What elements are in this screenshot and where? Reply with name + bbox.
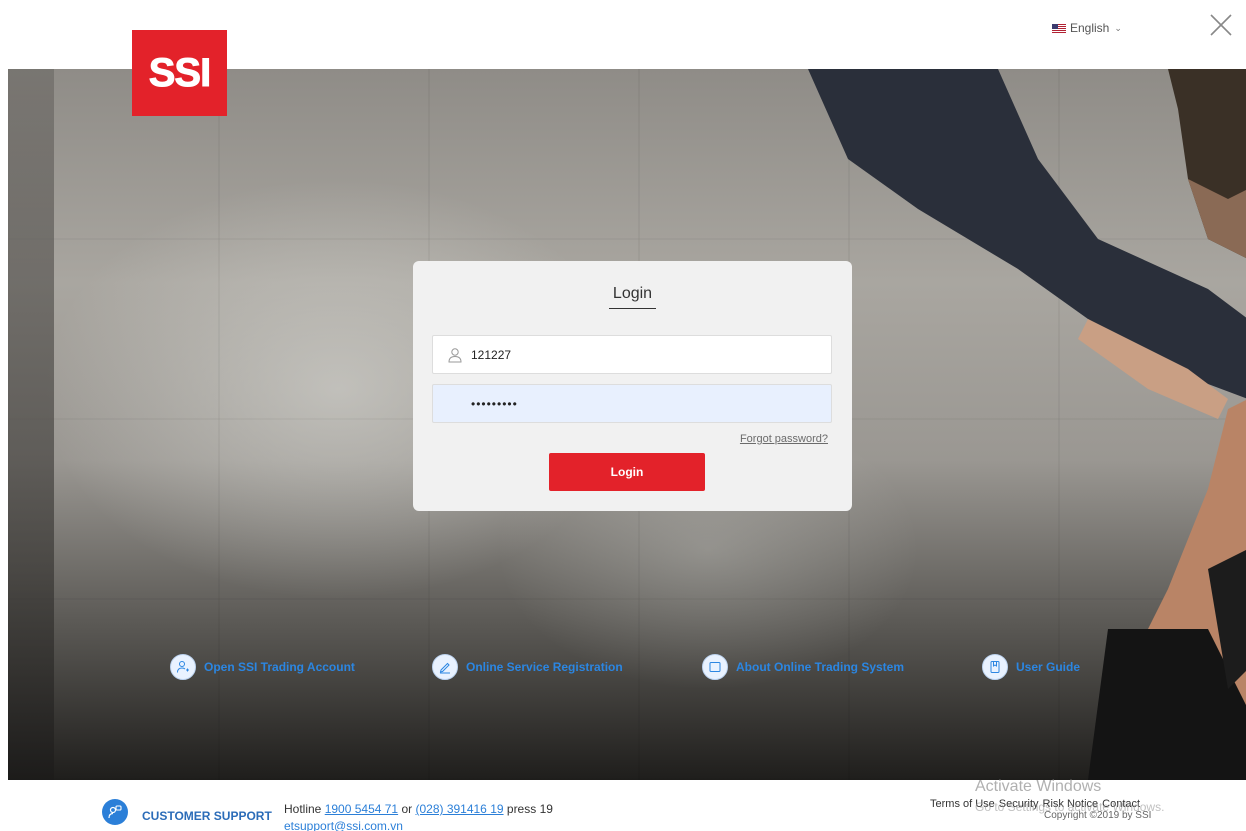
link-label: Online Service Registration xyxy=(466,660,623,674)
password-field[interactable] xyxy=(432,384,832,423)
hotline-number-1[interactable]: 1900 5454 71 xyxy=(325,802,398,816)
windows-watermark-subtitle: Go to Settings to activate Windows. xyxy=(975,800,1165,814)
close-icon[interactable] xyxy=(1208,12,1234,38)
link-label: Open SSI Trading Account xyxy=(204,660,355,674)
ssi-logo[interactable]: SSI xyxy=(132,30,227,116)
username-input[interactable] xyxy=(463,336,831,373)
about-system-link[interactable]: About Online Trading System xyxy=(702,654,904,680)
language-label: English xyxy=(1070,21,1110,35)
logo-text: SSI xyxy=(148,50,212,95)
chevron-down-icon: ⌄ xyxy=(1114,22,1122,33)
book-icon xyxy=(982,654,1008,680)
customer-support-label: CUSTOMER SUPPORT xyxy=(142,809,272,823)
support-email-link[interactable]: etsupport@ssi.com.vn xyxy=(284,819,403,831)
login-card: Login Forgot password? Login xyxy=(413,261,852,511)
support-icon xyxy=(102,799,128,825)
password-input[interactable] xyxy=(433,385,831,422)
username-field[interactable] xyxy=(432,335,832,374)
open-account-link[interactable]: Open SSI Trading Account xyxy=(170,654,355,680)
link-label: User Guide xyxy=(1016,660,1081,674)
language-selector[interactable]: English ⌄ xyxy=(1052,21,1122,35)
windows-watermark-title: Activate Windows xyxy=(975,778,1102,795)
hotline-text: Hotline 1900 5454 71 or (028) 391416 19 … xyxy=(284,802,553,816)
us-flag-icon xyxy=(1052,23,1066,33)
user-guide-link[interactable]: User Guide xyxy=(982,654,1080,680)
forgot-password-link[interactable]: Forgot password? xyxy=(740,433,828,445)
user-icon xyxy=(448,347,462,362)
monitor-icon xyxy=(702,654,728,680)
pen-icon xyxy=(432,654,458,680)
service-registration-link[interactable]: Online Service Registration xyxy=(432,654,623,680)
hotline-number-2[interactable]: (028) 391416 19 xyxy=(415,802,503,816)
add-user-icon xyxy=(170,654,196,680)
link-label: About Online Trading System xyxy=(736,660,905,674)
login-page: English ⌄ SSI Login 121227 ••••••••• For… xyxy=(0,0,1246,831)
login-button[interactable]: Login xyxy=(549,453,705,491)
login-title: Login xyxy=(413,285,852,309)
